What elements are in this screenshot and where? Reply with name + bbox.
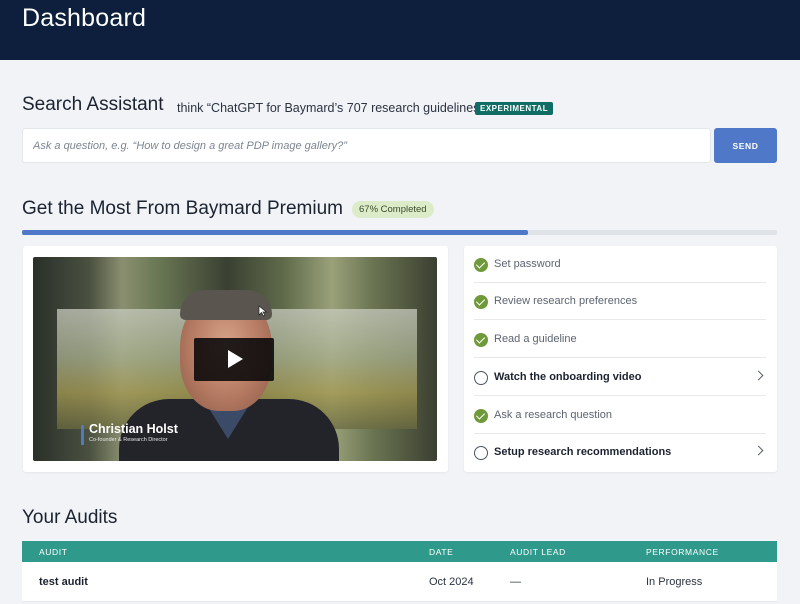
premium-title: Get the Most From Baymard Premium <box>22 198 343 219</box>
speaker-role: Co-founder & Research Director <box>89 437 168 443</box>
table-row[interactable]: test audit Oct 2024 — In Progress <box>22 562 777 602</box>
checklist-item-label: Set password <box>494 258 561 270</box>
send-button[interactable]: SEND <box>714 128 777 163</box>
check-circle-icon <box>474 258 488 272</box>
chevron-right-icon <box>753 445 764 456</box>
column-header-date: DATE <box>429 547 454 557</box>
page-title: Dashboard <box>22 4 147 32</box>
search-assistant-tagline: think “ChatGPT for Baymard’s 707 researc… <box>177 101 484 115</box>
experimental-badge: EXPERIMENTAL <box>475 102 554 115</box>
search-assistant-title: Search Assistant <box>22 94 164 115</box>
empty-circle-icon <box>474 371 488 385</box>
play-button[interactable] <box>194 338 274 381</box>
onboarding-video-card: Christian Holst Co-founder & Research Di… <box>23 246 448 472</box>
onboarding-checklist: Set password Review research preferences… <box>464 246 777 472</box>
check-circle-icon <box>474 409 488 423</box>
onboarding-video[interactable]: Christian Holst Co-founder & Research Di… <box>33 257 437 461</box>
checklist-item-label: Setup research recommendations <box>494 446 672 458</box>
progress-bar-fill <box>22 230 528 235</box>
column-header-performance: PERFORMANCE <box>646 547 719 557</box>
check-circle-icon <box>474 295 488 309</box>
checklist-item[interactable]: Setup research recommendations <box>474 434 766 471</box>
checklist-item[interactable]: Watch the onboarding video <box>474 359 766 396</box>
progress-badge: 67% Completed <box>352 201 434 218</box>
column-header-audit: AUDIT <box>39 547 68 557</box>
table-header: AUDIT DATE AUDIT LEAD PERFORMANCE <box>22 541 777 562</box>
checklist-item-label: Watch the onboarding video <box>494 371 642 383</box>
search-input[interactable] <box>22 128 711 163</box>
checklist-item-label: Read a guideline <box>494 333 577 345</box>
column-header-audit-lead: AUDIT LEAD <box>510 547 566 557</box>
audits-title: Your Audits <box>22 507 118 528</box>
audit-performance: In Progress <box>646 576 703 588</box>
progress-bar <box>22 230 777 235</box>
checklist-item: Ask a research question <box>474 397 766 434</box>
chevron-right-icon <box>753 370 764 381</box>
speaker-name: Christian Holst <box>89 422 178 436</box>
checklist-item: Review research preferences <box>474 283 766 320</box>
check-circle-icon <box>474 333 488 347</box>
empty-circle-icon <box>474 446 488 460</box>
speaker-accent-bar <box>81 425 84 445</box>
checklist-item-label: Ask a research question <box>494 409 613 421</box>
checklist-item-label: Review research preferences <box>494 295 638 307</box>
audit-name[interactable]: test audit <box>39 576 88 588</box>
audit-lead: — <box>510 576 521 588</box>
cursor-icon <box>258 305 268 317</box>
checklist-item: Set password <box>474 246 766 283</box>
top-bar: Dashboard <box>0 0 800 60</box>
checklist-item: Read a guideline <box>474 321 766 358</box>
audit-date: Oct 2024 <box>429 576 474 588</box>
